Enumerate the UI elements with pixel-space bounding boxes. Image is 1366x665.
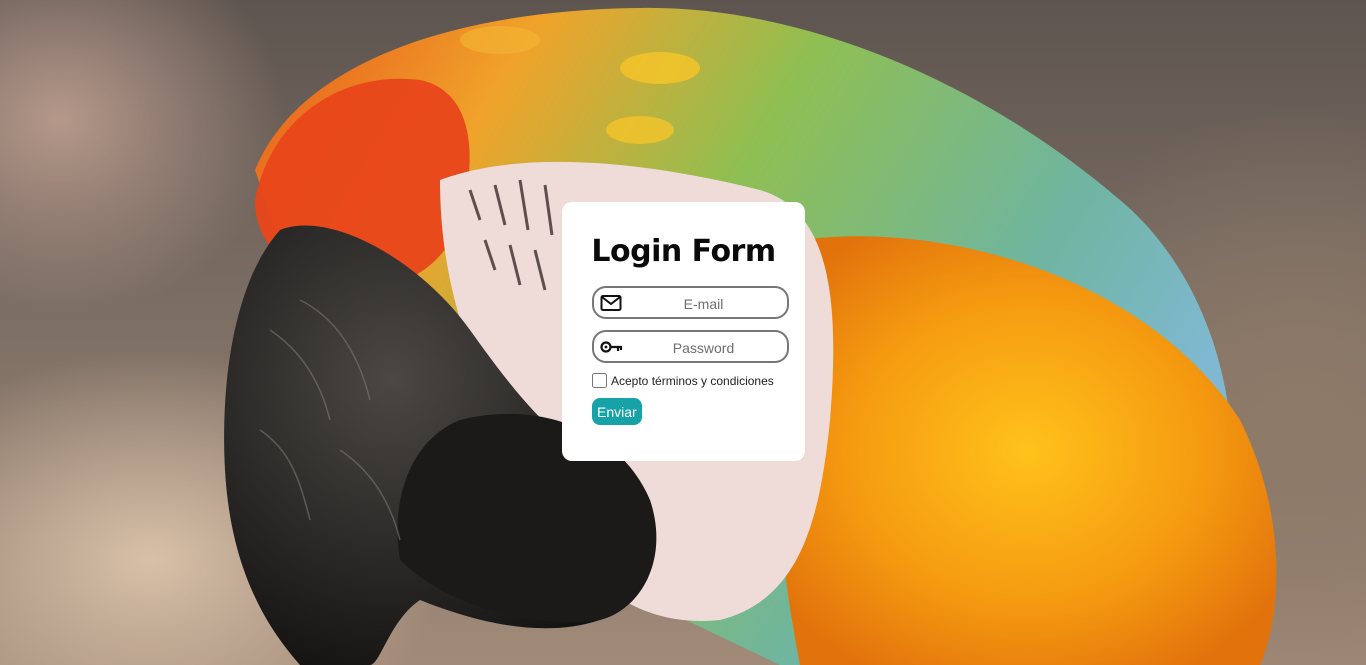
- password-input[interactable]: [624, 335, 783, 360]
- terms-row: Acepto términos y condiciones: [592, 373, 774, 388]
- password-field[interactable]: [592, 330, 789, 363]
- terms-checkbox[interactable]: [592, 373, 607, 388]
- key-icon: [600, 338, 623, 356]
- login-form: Login Form Acepto términos y condiciones…: [562, 202, 805, 461]
- form-title: Login Form: [591, 234, 776, 269]
- submit-button[interactable]: Enviar: [592, 398, 642, 425]
- email-input[interactable]: [624, 291, 783, 316]
- envelope-icon: [600, 294, 622, 312]
- email-field[interactable]: [592, 286, 789, 319]
- terms-label[interactable]: Acepto términos y condiciones: [611, 374, 774, 388]
